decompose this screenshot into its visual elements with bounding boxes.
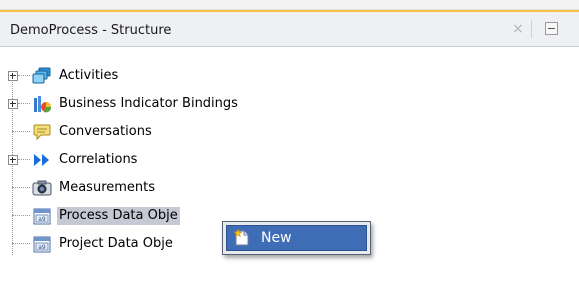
new-icon xyxy=(233,229,249,246)
tree-item-label: Conversations xyxy=(59,124,152,139)
tree-connector xyxy=(18,75,30,76)
expand-toggle[interactable] xyxy=(8,71,18,81)
svg-text:a9: a9 xyxy=(38,216,46,223)
menu-item-new[interactable]: New xyxy=(226,225,367,251)
context-menu: New xyxy=(222,221,371,255)
tree-item-label: Measurements xyxy=(59,180,156,195)
tree-connector xyxy=(12,215,30,216)
correlation-icon xyxy=(34,154,49,166)
tree-connector xyxy=(12,131,30,132)
tree-item-correlations[interactable]: Correlations xyxy=(0,149,579,171)
tree-connector xyxy=(18,103,30,104)
tree-connector xyxy=(12,243,30,244)
tree-item-label: Project Data Obje xyxy=(59,236,173,251)
expand-toggle[interactable] xyxy=(8,155,18,165)
data-object-icon: a9 xyxy=(33,208,51,225)
tree-connector xyxy=(12,187,30,188)
expand-toggle[interactable] xyxy=(8,99,18,109)
tree-item-label: Correlations xyxy=(59,152,138,167)
tree-item-business-indicator-bindings[interactable]: Business Indicator Bindings xyxy=(0,93,579,115)
tree-item-label: Process Data Obje xyxy=(57,207,180,225)
tree-item-conversations[interactable]: Conversations xyxy=(0,121,579,143)
svg-text:a9: a9 xyxy=(38,244,46,251)
tree-connector xyxy=(18,159,30,160)
tree-item-measurements[interactable]: Measurements xyxy=(0,177,579,199)
tree-item-label: Business Indicator Bindings xyxy=(59,96,238,111)
conversation-icon xyxy=(33,124,51,141)
tree-item-label: Activities xyxy=(59,68,119,83)
data-object-icon: a9 xyxy=(33,236,51,253)
activities-icon xyxy=(32,67,51,84)
tree-item-activities[interactable]: Activities xyxy=(0,65,579,87)
business-indicator-icon xyxy=(34,96,52,113)
menu-item-label: New xyxy=(261,230,292,246)
measurement-icon xyxy=(32,180,52,196)
